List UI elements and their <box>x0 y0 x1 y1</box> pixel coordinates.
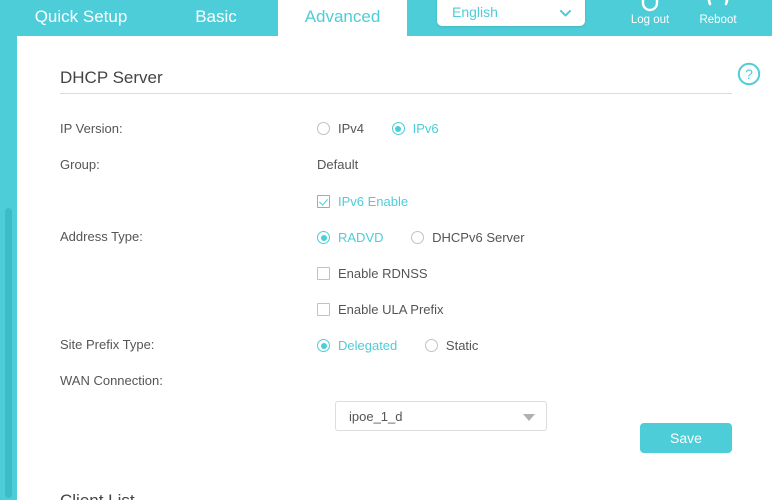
chevron-down-icon <box>560 6 571 17</box>
language-selected-value: English <box>452 4 498 20</box>
site-prefix-type-radio-group: Delegated Static <box>317 337 478 353</box>
vertical-scrollbar-thumb[interactable] <box>5 208 12 498</box>
reboot-label: Reboot <box>699 14 737 26</box>
logout-label: Log out <box>630 14 670 26</box>
radio-static[interactable]: Static <box>424 338 479 354</box>
address-type-label: Address Type: <box>60 229 143 244</box>
ip-version-radio-group: IPv4 IPv6 <box>317 120 439 136</box>
tab-advanced[interactable]: Advanced <box>278 0 407 36</box>
radio-delegated-label: Delegated <box>338 338 398 354</box>
help-circle-icon[interactable]: ? <box>737 62 761 86</box>
checkbox-ipv6-enable-label: IPv6 Enable <box>338 194 409 210</box>
wan-connection-dropdown[interactable]: ipoe_1_d <box>335 401 547 431</box>
checkbox-enable-rdnss-indicator <box>317 267 330 281</box>
ipv6-enable-row: IPv6 Enable <box>317 193 408 209</box>
language-selector[interactable]: English <box>437 0 585 26</box>
radio-delegated[interactable]: Delegated <box>317 338 397 353</box>
left-gutter <box>0 36 17 500</box>
group-label: Group: <box>60 157 100 172</box>
tab-basic[interactable]: Basic <box>156 0 276 36</box>
content-panel: DHCP Server ? IP Version: IPv4 IPv6 Grou… <box>17 36 772 500</box>
radio-dhcpv6-server-label: DHCPv6 Server <box>432 230 525 246</box>
radio-delegated-indicator <box>317 339 330 353</box>
enable-ula-prefix-row: Enable ULA Prefix <box>317 301 444 317</box>
enable-rdnss-row: Enable RDNSS <box>317 265 428 281</box>
checkbox-ipv6-enable-indicator <box>317 195 330 209</box>
logout-button[interactable]: Log out <box>622 0 678 34</box>
radio-ipv4-indicator <box>317 122 330 136</box>
radio-dhcpv6-server-indicator <box>411 231 425 245</box>
wan-connection-label: WAN Connection: <box>60 373 163 388</box>
checkbox-enable-rdnss[interactable]: Enable RDNSS <box>317 266 428 281</box>
tab-basic-label: Basic <box>195 7 237 26</box>
reboot-button[interactable]: Reboot <box>690 0 746 34</box>
group-value: Default <box>317 157 359 172</box>
tab-quick-setup-label: Quick Setup <box>34 7 128 26</box>
ip-version-label: IP Version: <box>60 121 123 136</box>
radio-radvd-label: RADVD <box>338 230 384 246</box>
checkbox-enable-ula-prefix-label: Enable ULA Prefix <box>338 302 444 318</box>
reboot-icon <box>690 0 746 12</box>
page-title: DHCP Server <box>60 68 163 87</box>
save-button[interactable]: Save <box>640 423 732 453</box>
radio-ipv4-label: IPv4 <box>338 121 365 137</box>
checkbox-ipv6-enable[interactable]: IPv6 Enable <box>317 194 408 209</box>
caret-down-icon <box>523 414 535 421</box>
radio-ipv4[interactable]: IPv4 <box>317 121 364 136</box>
tab-quick-setup[interactable]: Quick Setup <box>6 0 156 36</box>
site-prefix-type-label: Site Prefix Type: <box>60 337 155 352</box>
tab-advanced-label: Advanced <box>304 7 381 26</box>
client-list-title: Client List <box>60 491 135 500</box>
radio-ipv6-label: IPv6 <box>412 121 439 137</box>
logout-icon <box>622 0 678 12</box>
radio-radvd-indicator <box>317 231 330 245</box>
radio-ipv6-indicator <box>391 122 405 136</box>
section-divider <box>60 93 732 94</box>
radio-radvd[interactable]: RADVD <box>317 230 384 245</box>
radio-static-indicator <box>424 339 438 353</box>
wan-connection-selected-value: ipoe_1_d <box>349 409 403 424</box>
radio-static-label: Static <box>445 338 479 354</box>
checkbox-enable-ula-prefix-indicator <box>317 303 330 317</box>
svg-text:?: ? <box>745 66 753 82</box>
address-type-radio-group: RADVD DHCPv6 Server <box>317 229 525 245</box>
radio-dhcpv6-server[interactable]: DHCPv6 Server <box>411 230 525 246</box>
top-navigation-bar: Quick Setup Basic Advanced English Log o… <box>0 0 772 36</box>
radio-ipv6[interactable]: IPv6 <box>391 121 439 137</box>
checkbox-enable-ula-prefix[interactable]: Enable ULA Prefix <box>317 302 444 317</box>
checkbox-enable-rdnss-label: Enable RDNSS <box>338 266 428 282</box>
